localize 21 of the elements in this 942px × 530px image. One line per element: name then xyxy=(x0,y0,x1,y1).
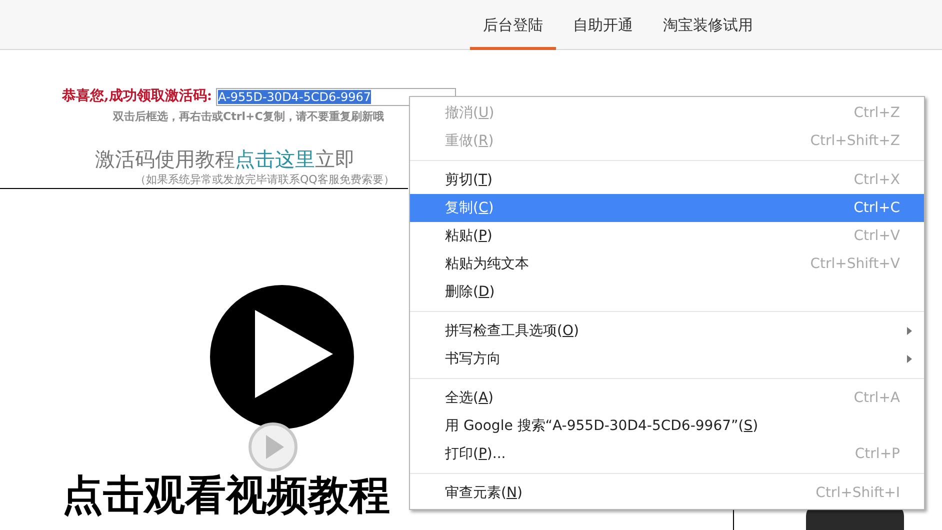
contact-note: （如果系统异常或发放完毕请联系QQ客服免费索要） xyxy=(135,174,394,186)
play-icon[interactable] xyxy=(209,284,355,430)
menu-item[interactable]: 审查元素(N) Ctrl+Shift+I xyxy=(410,479,924,507)
menu-item[interactable]: 全选(A) Ctrl+A xyxy=(410,384,924,412)
copy-hint: 双击后框选，再右击或Ctrl+C复制，请不要重复刷新哦 xyxy=(113,109,384,125)
notice-label: 恭喜您,成功领取激活码: xyxy=(62,87,212,106)
menu-item[interactable]: 复制(C) Ctrl+C xyxy=(410,194,924,222)
nav-tab[interactable]: 后台登陆 xyxy=(470,0,556,50)
nav-tab[interactable]: 淘宝装修试用 xyxy=(650,0,766,50)
menu-item[interactable]: 删除(D) xyxy=(410,278,924,306)
menu-item[interactable]: 粘贴为纯文本 Ctrl+Shift+V xyxy=(410,250,924,278)
menu-item[interactable]: 用 Google 搜索“A-955D-30D4-5CD6-9967”(S) xyxy=(410,412,924,440)
menu-item[interactable]: 书写方向 xyxy=(410,345,924,373)
play-icon[interactable] xyxy=(248,422,298,472)
menu-item[interactable]: 粘贴(P) Ctrl+V xyxy=(410,222,924,250)
nav-tab[interactable]: 自助开通 xyxy=(560,0,646,50)
menu-item[interactable]: 打印(P)... Ctrl+P xyxy=(410,440,924,468)
tutorial-link[interactable]: 点击这里 xyxy=(235,146,315,170)
menu-item[interactable]: 剪切(T) Ctrl+X xyxy=(410,166,924,194)
menu-item[interactable]: 拼写检查工具选项(O) xyxy=(410,317,924,345)
video-caption[interactable]: 点击观看视频教程 xyxy=(62,470,390,518)
